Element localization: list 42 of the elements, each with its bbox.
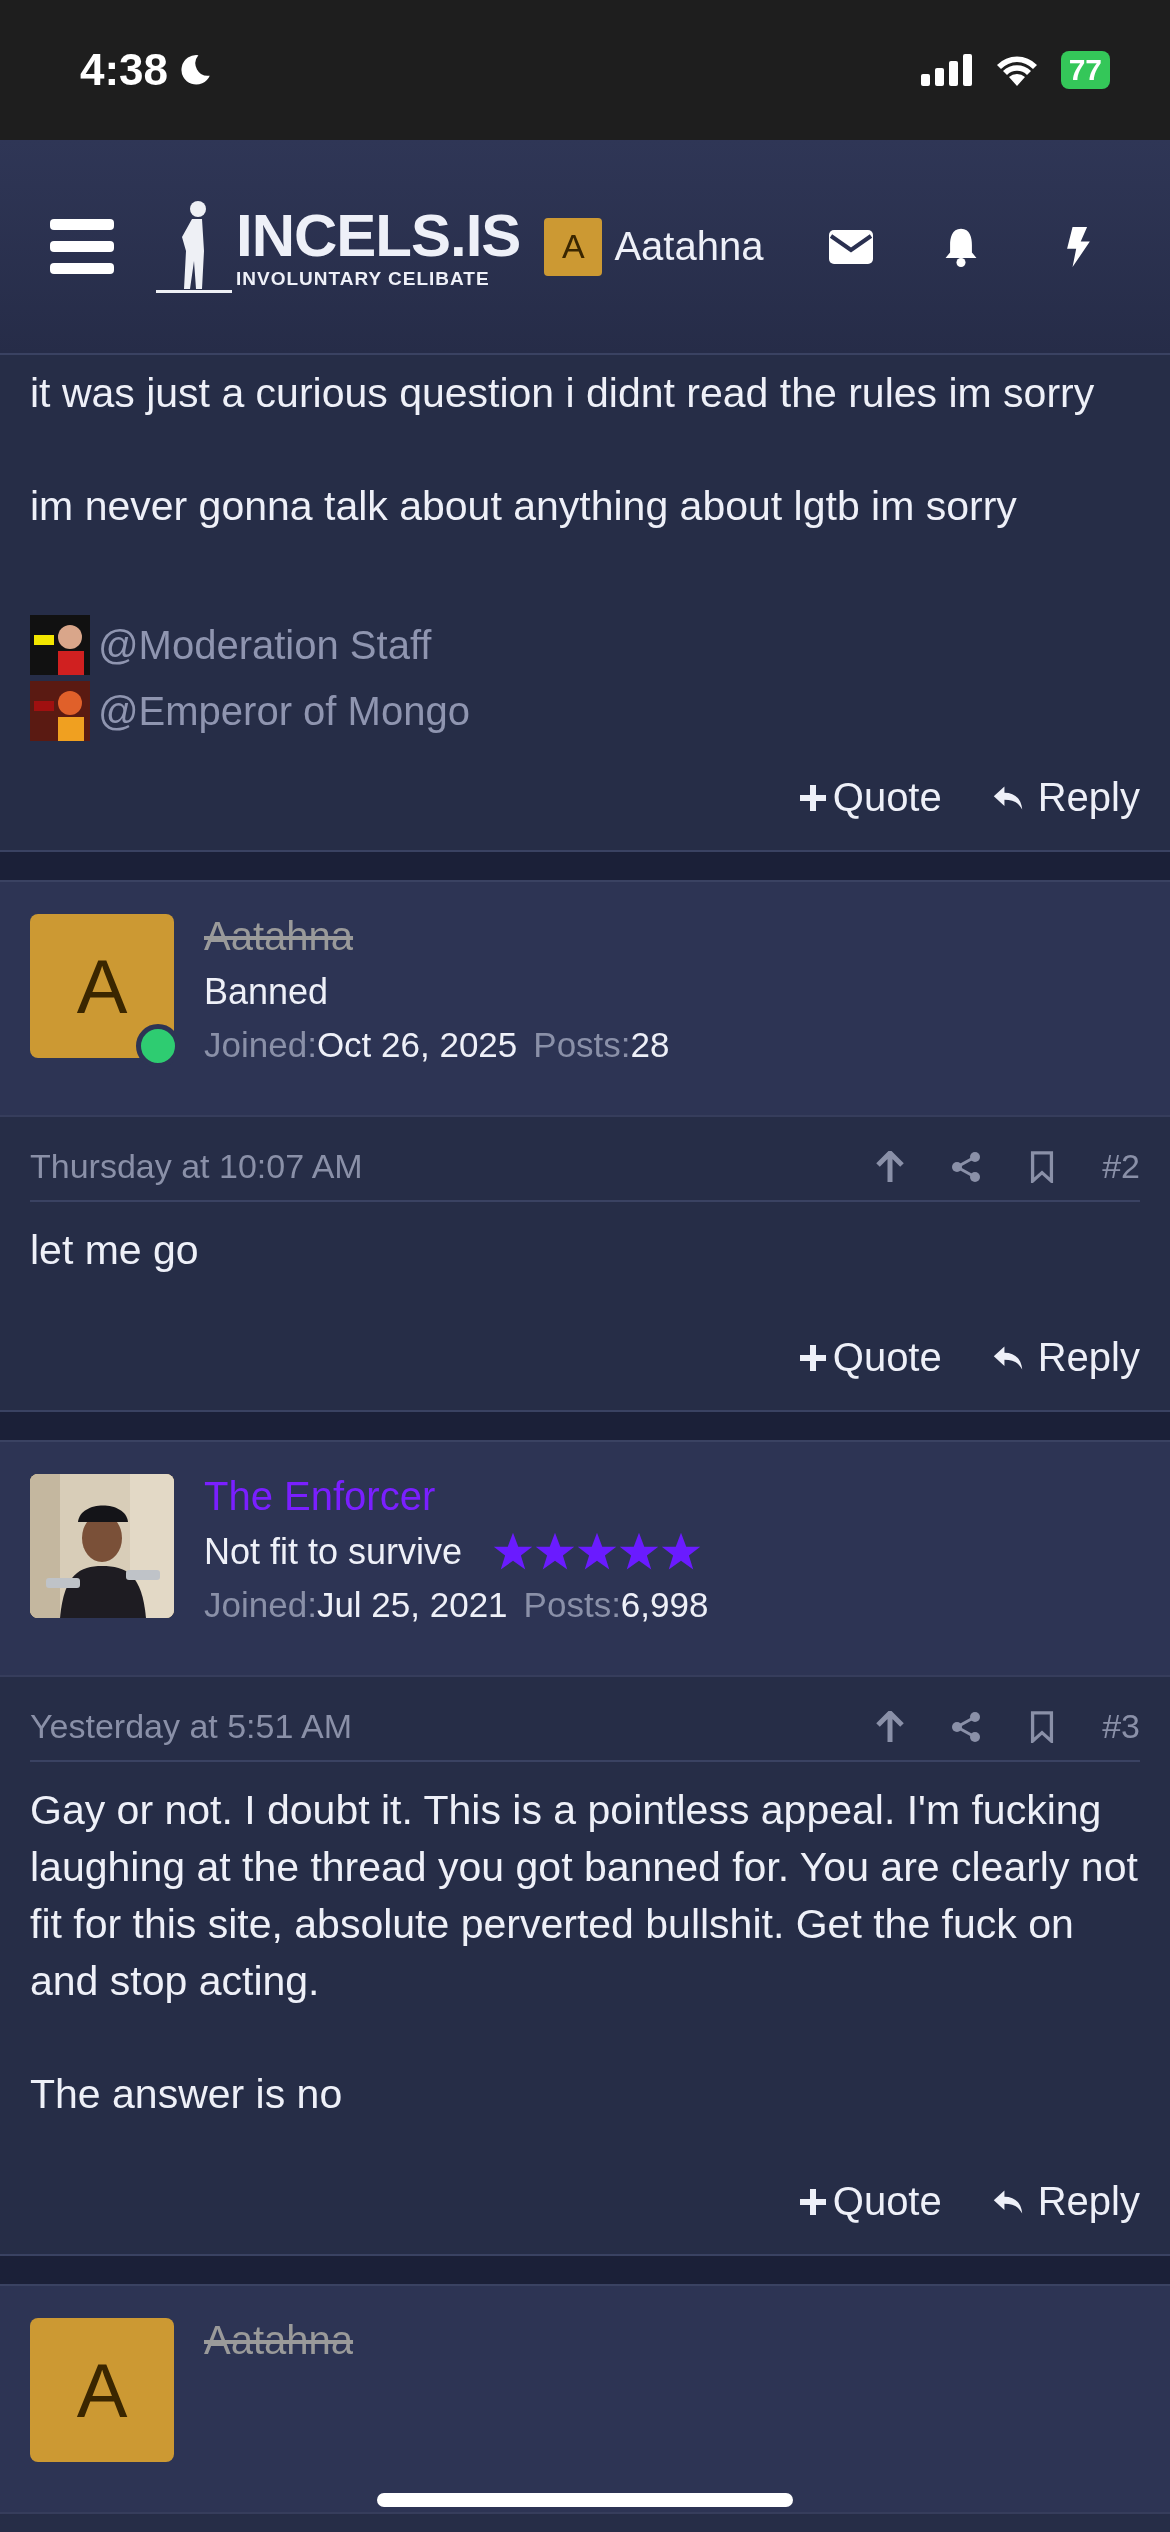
joined-label: Joined: (204, 1585, 317, 1625)
standing-figure-icon (156, 200, 232, 293)
post-count: 6,998 (620, 1585, 709, 1625)
post-text: im never gonna talk about anything about lgtb im sorry (30, 482, 1018, 531)
joined-date: Oct 26, 2025 (316, 1025, 518, 1065)
joined-label: Joined: (204, 1025, 317, 1065)
user-avatar[interactable]: A (30, 914, 174, 1058)
post-time[interactable]: Yesterday at 5:51 AM (30, 1707, 352, 1746)
quote-button[interactable]: Quote (796, 1335, 942, 1380)
signal-icon (920, 54, 973, 86)
username[interactable]: Aatahna (614, 224, 764, 269)
post-time[interactable]: Thursday at 10:07 AM (30, 1147, 363, 1186)
post-number[interactable]: #2 (1102, 1147, 1140, 1186)
battery-level: 77 (1060, 51, 1110, 89)
posts-label: Posts: (523, 1585, 621, 1625)
quote-button[interactable]: Quote (796, 2179, 942, 2224)
user-title: Banned (204, 971, 329, 1013)
share-icon[interactable] (950, 1150, 983, 1183)
share-icon[interactable] (950, 1710, 983, 1743)
logo-subtitle: INVOLUNTARY CELIBATE (236, 267, 491, 290)
post-text: The answer is no (30, 2070, 344, 2119)
post-count: 28 (630, 1025, 670, 1065)
reply-button[interactable]: Reply (991, 1335, 1140, 1380)
post-number[interactable]: #3 (1102, 1707, 1140, 1746)
posts-label: Posts: (533, 1025, 631, 1065)
logo-title[interactable]: INCELS.IS (236, 203, 521, 268)
user-avatar[interactable]: A (544, 217, 603, 276)
author-name[interactable]: Aatahna (204, 2318, 354, 2363)
mention-link[interactable]: @Moderation Staff (98, 622, 432, 668)
post-text: it was just a curious question i didnt read the rules im sorry (30, 369, 1096, 418)
reply-button[interactable]: Reply (991, 775, 1140, 820)
user-avatar[interactable]: A (30, 2318, 174, 2462)
status-time: 4:38 (80, 45, 169, 95)
joined-date: Jul 25, 2021 (316, 1585, 508, 1625)
post-text: Gay or not. I doubt it. This is a pointless appeal. I'm fucking laughing at the thread you got banned for. You are clearly not fit for this site, absolute perverted bullshit. Get the fuck on and stop acting. (30, 1786, 1139, 2006)
menu-icon[interactable] (50, 218, 114, 275)
author-name[interactable]: Aatahna (204, 914, 670, 959)
reply-button[interactable]: Reply (991, 2179, 1140, 2224)
mention-link[interactable]: @Emperor of Mongo (98, 688, 470, 734)
quote-button[interactable]: Quote (796, 775, 942, 820)
user-title: Not fit to survive (204, 1531, 463, 1573)
post-text: let me go (30, 1226, 200, 1275)
